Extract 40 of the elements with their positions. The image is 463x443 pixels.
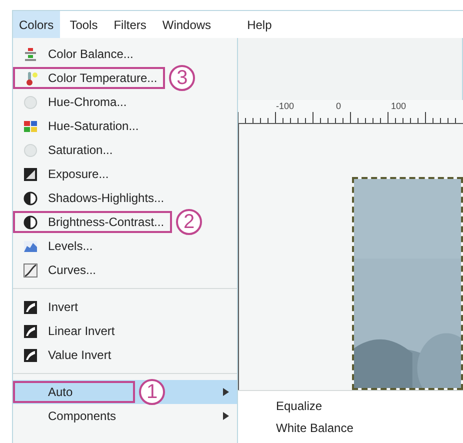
callout-number: 2	[176, 209, 202, 235]
menu-item[interactable]: Linear Invert	[13, 320, 123, 342]
curve-icon	[23, 262, 38, 278]
menu-item[interactable]: Components	[13, 405, 124, 427]
half-circle-icon	[23, 214, 38, 230]
invert-icon	[23, 324, 38, 338]
menu-item[interactable]: Invert	[13, 296, 86, 318]
highlighted-menu-item[interactable]: Auto	[13, 381, 135, 403]
submenu-item[interactable]: Equalize	[238, 395, 463, 417]
menu-bar-item[interactable]: Filters	[108, 11, 152, 38]
highlighted-menu-item[interactable]: Brightness-Contrast...	[13, 211, 172, 233]
highlighted-menu-item[interactable]: Color Temperature...	[13, 67, 166, 89]
color-bars-icon	[23, 46, 38, 62]
menu-item[interactable]: Color Balance...	[13, 43, 142, 65]
callout-number: 3	[169, 65, 196, 91]
color-grid-icon	[23, 118, 38, 134]
faded-circle-icon	[23, 94, 38, 110]
faded-circle-icon	[23, 142, 38, 158]
menu-item[interactable]: Hue-Saturation...	[13, 115, 147, 137]
callout-number: 1	[139, 379, 165, 405]
ruler-label: -100	[276, 100, 294, 112]
levels-chart-icon	[23, 238, 38, 254]
menu-item[interactable]: Value Invert	[13, 344, 120, 366]
menu-item[interactable]: Exposure...	[13, 163, 117, 185]
menu-bar-item[interactable]: Colors	[13, 11, 60, 38]
menu-item[interactable]: Hue-Chroma...	[13, 91, 135, 113]
half-circle-icon	[23, 190, 38, 206]
menu-item[interactable]: Curves...	[13, 259, 104, 281]
menu-bar-item[interactable]: Tools	[64, 11, 104, 38]
menu-bar-item[interactable]: Windows	[156, 11, 218, 38]
invert-icon	[23, 300, 38, 314]
menu-item[interactable]: Shadows-Highlights...	[13, 187, 172, 209]
menu-item[interactable]: Saturation...	[13, 139, 121, 161]
menu-bar-item[interactable]: Help	[241, 11, 278, 38]
submenu-item[interactable]: White Balance	[238, 417, 463, 439]
menu-item[interactable]: Levels...	[13, 235, 101, 257]
exposure-icon	[23, 166, 38, 182]
ruler-label: 100	[391, 100, 406, 112]
ruler-label: 0	[336, 100, 342, 112]
invert-icon	[23, 348, 38, 362]
